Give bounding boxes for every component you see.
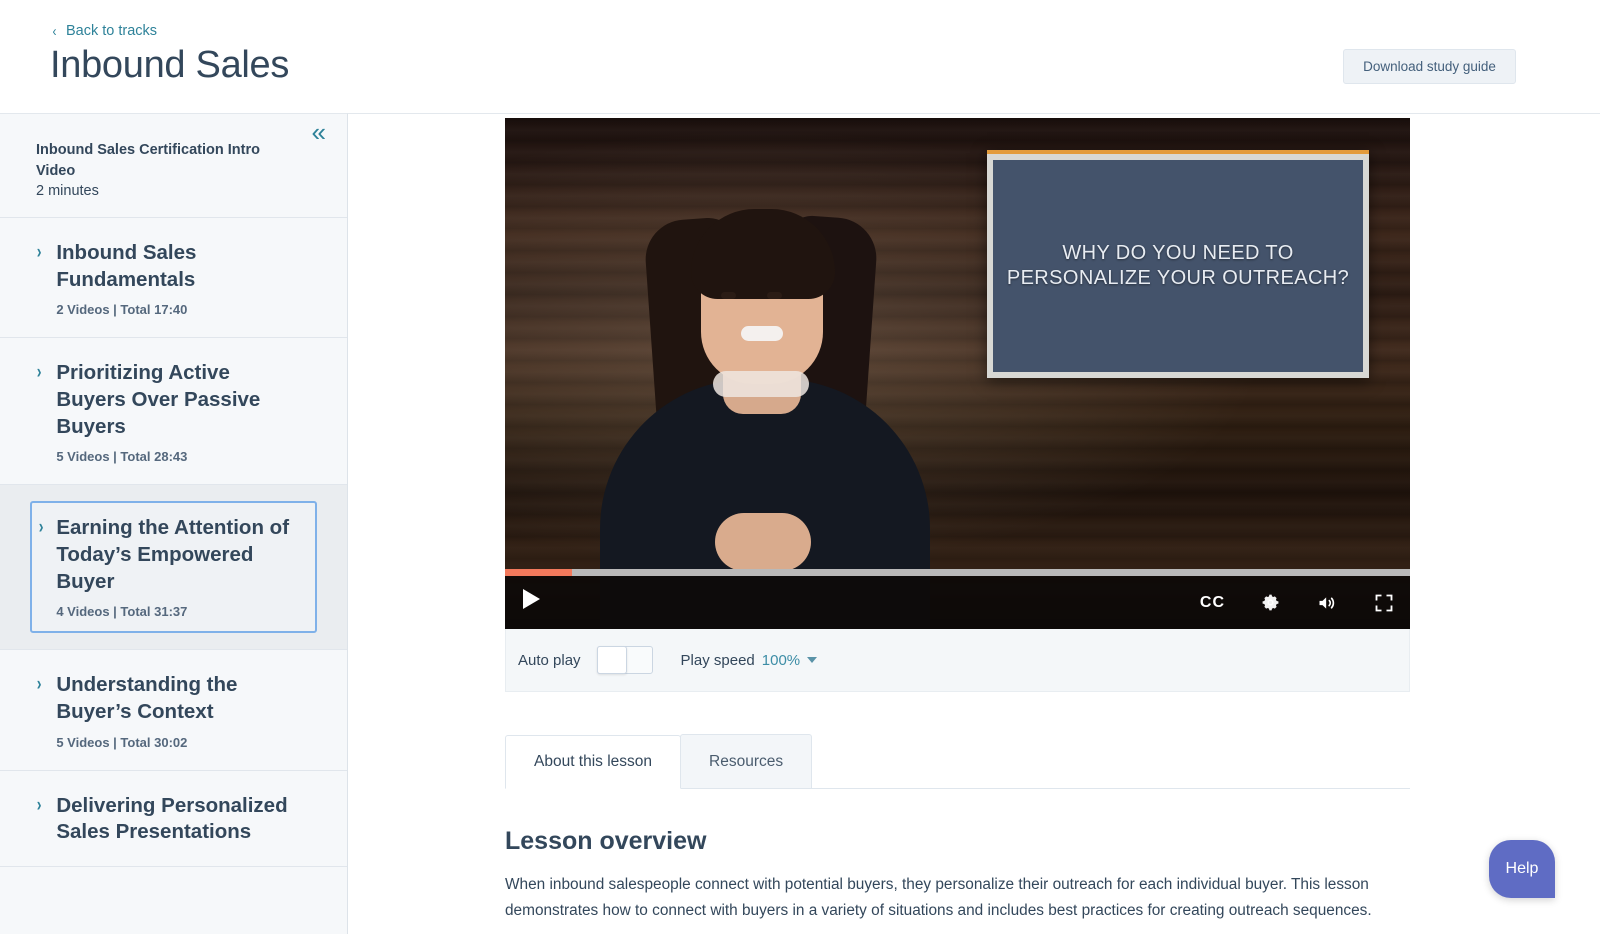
slide-text: WHY DO YOU NEED TO PERSONALIZE YOUR OUTR… bbox=[1006, 242, 1350, 289]
sidebar-module-meta: 5 Videos | Total 28:43 bbox=[56, 449, 188, 465]
chevron-right-icon: › bbox=[36, 674, 42, 696]
sidebar-module-title: Delivering Personalized Sales Presentati… bbox=[56, 793, 288, 844]
sidebar-module-earning-the-attention[interactable]: › Earning the Attention of Today’s Empow… bbox=[0, 485, 347, 651]
autoplay-toggle[interactable] bbox=[596, 646, 653, 674]
lesson-tabs: About this lesson Resources bbox=[505, 734, 1410, 789]
chevron-right-icon: › bbox=[36, 242, 42, 264]
sidebar-module-meta: 4 Videos | Total 31:37 bbox=[56, 604, 188, 620]
chevron-right-icon: › bbox=[36, 794, 42, 816]
player-options-bar: Auto play Play speed 100% bbox=[505, 629, 1410, 692]
video-player[interactable]: WHY DO YOU NEED TO PERSONALIZE YOUR OUTR… bbox=[505, 118, 1410, 629]
download-study-guide-button[interactable]: Download study guide bbox=[1343, 49, 1516, 84]
course-sidebar: « Inbound Sales Certification Intro Vide… bbox=[0, 113, 348, 934]
video-progress-fill bbox=[505, 569, 572, 576]
lesson-overview-heading: Lesson overview bbox=[505, 827, 707, 855]
sidebar-intro-item[interactable]: Inbound Sales Certification Intro Video … bbox=[0, 114, 347, 219]
cc-icon[interactable]: CC bbox=[1200, 594, 1225, 612]
tab-resources[interactable]: Resources bbox=[680, 734, 813, 788]
play-speed-value[interactable]: 100% bbox=[762, 652, 800, 669]
sidebar-intro-title: Inbound Sales Certification Intro Video bbox=[36, 142, 260, 179]
sidebar-module-title: Inbound Sales Fundamentals bbox=[56, 241, 197, 291]
chevron-right-icon: › bbox=[36, 362, 42, 384]
sidebar-module-delivering-personalized-presentations[interactable]: › Delivering Personalized Sales Presenta… bbox=[0, 771, 347, 867]
collapse-sidebar-icon[interactable]: « bbox=[312, 119, 327, 145]
sidebar-module-meta: 5 Videos | Total 30:02 bbox=[56, 734, 188, 750]
video-progress-bar[interactable] bbox=[505, 569, 1410, 576]
back-to-tracks-label: Back to tracks bbox=[66, 23, 158, 39]
sidebar-module-title: Prioritizing Active Buyers Over Passive … bbox=[56, 361, 261, 438]
sidebar-module-meta: 2 Videos | Total 17:40 bbox=[56, 302, 188, 318]
autoplay-toggle-knob bbox=[596, 646, 627, 674]
chevron-down-icon[interactable] bbox=[807, 657, 818, 663]
sidebar-module-title: Understanding the Buyer’s Context bbox=[56, 673, 238, 723]
tab-about-this-lesson[interactable]: About this lesson bbox=[505, 735, 682, 789]
sidebar-module-prioritizing-active-buyers[interactable]: › Prioritizing Active Buyers Over Passiv… bbox=[0, 338, 347, 486]
play-speed-label: Play speed bbox=[680, 651, 755, 669]
chevron-right-icon: › bbox=[38, 517, 44, 539]
main-content: WHY DO YOU NEED TO PERSONALIZE YOUR OUTR… bbox=[348, 113, 1600, 934]
fullscreen-icon[interactable] bbox=[1374, 593, 1394, 613]
sidebar-module-understanding-buyers-context[interactable]: › Understanding the Buyer’s Context 5 Vi… bbox=[0, 650, 347, 771]
page-root: ‹ Back to tracks Inbound Sales Download … bbox=[0, 0, 1600, 934]
video-controls-bar: CC bbox=[505, 576, 1410, 629]
chevron-left-icon: ‹ bbox=[52, 22, 57, 40]
sidebar-module-inbound-sales-fundamentals[interactable]: › Inbound Sales Fundamentals 2 Videos | … bbox=[0, 218, 347, 339]
back-to-tracks-link[interactable]: ‹ Back to tracks bbox=[52, 22, 158, 40]
gear-icon[interactable] bbox=[1261, 593, 1280, 612]
sidebar-intro-duration: 2 minutes bbox=[36, 183, 99, 200]
page-header: ‹ Back to tracks Inbound Sales Download … bbox=[0, 0, 1600, 113]
sidebar-module-title: Earning the Attention of Today’s Empower… bbox=[56, 516, 290, 593]
autoplay-label: Auto play bbox=[518, 651, 581, 669]
lesson-overview-body: When inbound salespeople connect with po… bbox=[505, 876, 1372, 920]
presentation-slide: WHY DO YOU NEED TO PERSONALIZE YOUR OUTR… bbox=[987, 150, 1369, 378]
presenter-figure bbox=[545, 159, 975, 629]
play-icon[interactable] bbox=[523, 589, 540, 609]
page-title: Inbound Sales bbox=[50, 44, 290, 86]
help-button[interactable]: Help bbox=[1489, 840, 1555, 898]
volume-icon[interactable] bbox=[1316, 593, 1338, 613]
